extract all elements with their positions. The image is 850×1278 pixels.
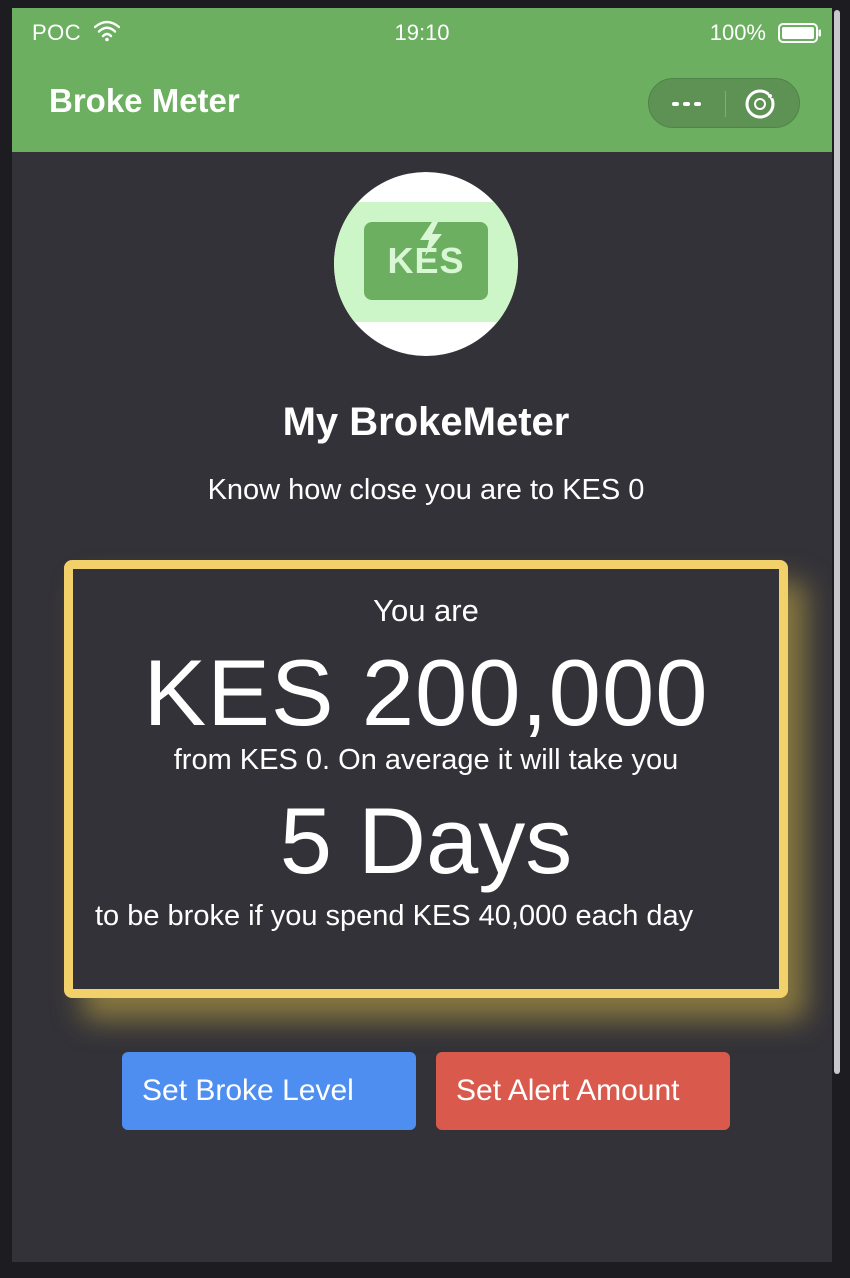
close-miniprogram-icon[interactable] <box>743 87 777 121</box>
meter-outro: to be broke if you spend KES 40,000 each… <box>95 900 694 932</box>
set-alert-amount-button[interactable]: Set Alert Amount <box>436 1052 730 1130</box>
status-bar: POC 19:10 100% <box>12 8 832 56</box>
app-header: POC 19:10 100% Broke Meter <box>12 8 832 152</box>
page-title: My BrokeMeter <box>282 400 570 444</box>
scrollbar[interactable] <box>832 8 840 1078</box>
app-logo: KES <box>334 172 518 356</box>
broke-meter-card: You are KES 200,000 from KES 0. On avera… <box>64 560 788 998</box>
header-title: Broke Meter <box>49 82 240 119</box>
page-subtitle: Know how close you are to KES 0 <box>207 474 645 506</box>
more-dots-icon[interactable] <box>669 92 705 116</box>
days-remaining: 5 Days <box>279 788 573 893</box>
meter-from-text: from KES 0. On average it will take you <box>173 744 679 776</box>
app-screen: POC 19:10 100% Broke Meter KES My BrokeM… <box>12 8 832 1262</box>
capsule-divider <box>725 91 726 117</box>
miniprogram-capsule <box>648 78 800 128</box>
lightning-bolt-icon <box>420 222 442 256</box>
set-broke-level-button[interactable]: Set Broke Level <box>122 1052 416 1130</box>
battery-icon <box>778 23 821 43</box>
meter-intro: You are <box>373 593 479 628</box>
battery-percent: 100% <box>709 20 766 45</box>
balance-amount: KES 200,000 <box>143 640 709 745</box>
scroll-thumb[interactable] <box>834 10 840 1074</box>
